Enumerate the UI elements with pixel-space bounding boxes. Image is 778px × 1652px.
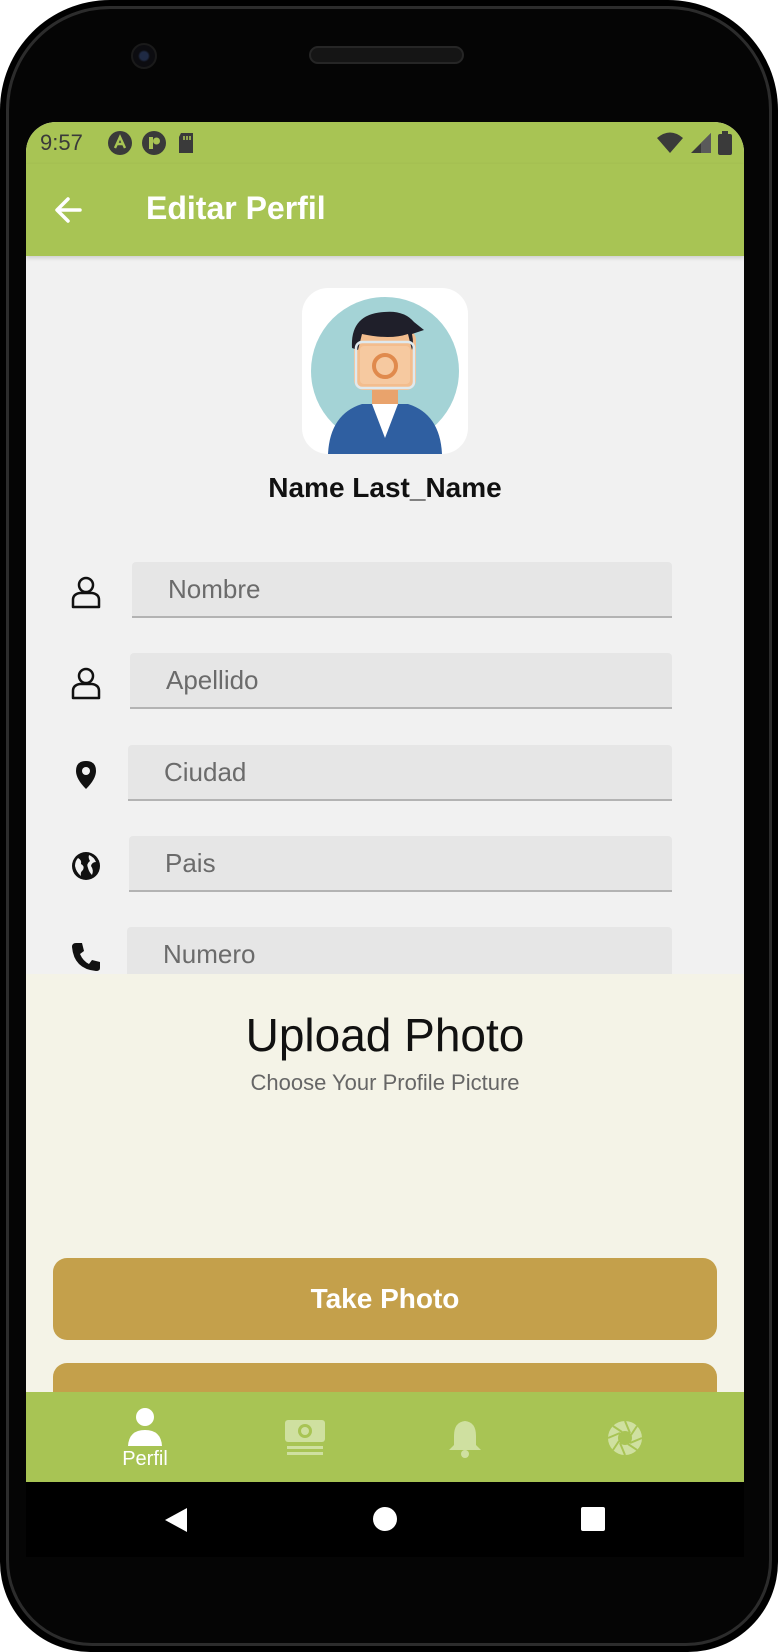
bottom-nav: Perfil xyxy=(26,1392,744,1482)
field-row-ciudad xyxy=(26,745,744,801)
app-bar: Editar Perfil xyxy=(26,164,744,256)
home-circle-icon[interactable] xyxy=(372,1506,398,1532)
nav-item-perfil[interactable]: Perfil xyxy=(65,1392,225,1482)
arrow-left-icon xyxy=(55,197,82,223)
sheet-title: Upload Photo xyxy=(245,1009,525,1061)
nav-item-camera[interactable] xyxy=(545,1392,705,1482)
sd-card-icon xyxy=(176,131,196,155)
aperture-icon xyxy=(607,1420,643,1456)
nav-item-money[interactable] xyxy=(225,1392,385,1482)
nombre-field[interactable] xyxy=(132,562,672,618)
pais-field[interactable] xyxy=(129,836,672,892)
location-pin-icon xyxy=(68,757,104,793)
status-bar: 9:57 xyxy=(26,122,744,164)
notification-p-icon xyxy=(142,131,166,155)
avatar-illustration xyxy=(311,297,459,454)
upload-photo-sheet: Upload Photo Choose Your Profile Picture… xyxy=(26,974,744,1445)
person-outline-icon xyxy=(68,665,104,701)
apellido-field[interactable] xyxy=(130,653,672,709)
person-outline-icon xyxy=(68,574,104,610)
field-row-nombre xyxy=(26,562,744,618)
money-icon xyxy=(285,1420,325,1455)
take-photo-button[interactable]: Take Photo xyxy=(53,1258,717,1340)
sheet-subtitle: Choose Your Profile Picture xyxy=(250,1070,520,1095)
field-row-apellido xyxy=(26,653,744,709)
nav-item-notifications[interactable] xyxy=(385,1392,545,1482)
profile-name: Name Last_Name xyxy=(268,472,502,503)
battery-icon xyxy=(718,131,732,160)
screen: 9:57 Editar Perfil Name Last_Name Nombre… xyxy=(26,122,744,1557)
ciudad-field[interactable] xyxy=(128,745,672,801)
bell-icon xyxy=(449,1421,481,1458)
field-row-pais xyxy=(26,836,744,892)
page-title: Editar Perfil xyxy=(146,190,326,226)
back-button[interactable] xyxy=(50,191,88,229)
avatar[interactable] xyxy=(302,288,468,454)
nav-label-perfil: Perfil xyxy=(122,1448,168,1470)
system-nav-bar xyxy=(26,1482,744,1557)
signal-icon xyxy=(690,131,712,160)
person-icon xyxy=(128,1408,162,1446)
back-triangle-icon[interactable] xyxy=(163,1506,189,1534)
front-camera xyxy=(131,43,157,69)
phone-icon xyxy=(68,939,104,975)
earpiece-speaker xyxy=(309,46,464,64)
notification-a-icon xyxy=(108,131,132,155)
wifi-icon xyxy=(656,131,684,160)
recents-square-icon[interactable] xyxy=(580,1506,606,1532)
phone-frame: 9:57 Editar Perfil Name Last_Name Nombre… xyxy=(0,0,778,1652)
status-right-icons xyxy=(656,131,732,160)
status-time: 9:57 xyxy=(40,130,83,155)
globe-icon xyxy=(68,848,104,884)
